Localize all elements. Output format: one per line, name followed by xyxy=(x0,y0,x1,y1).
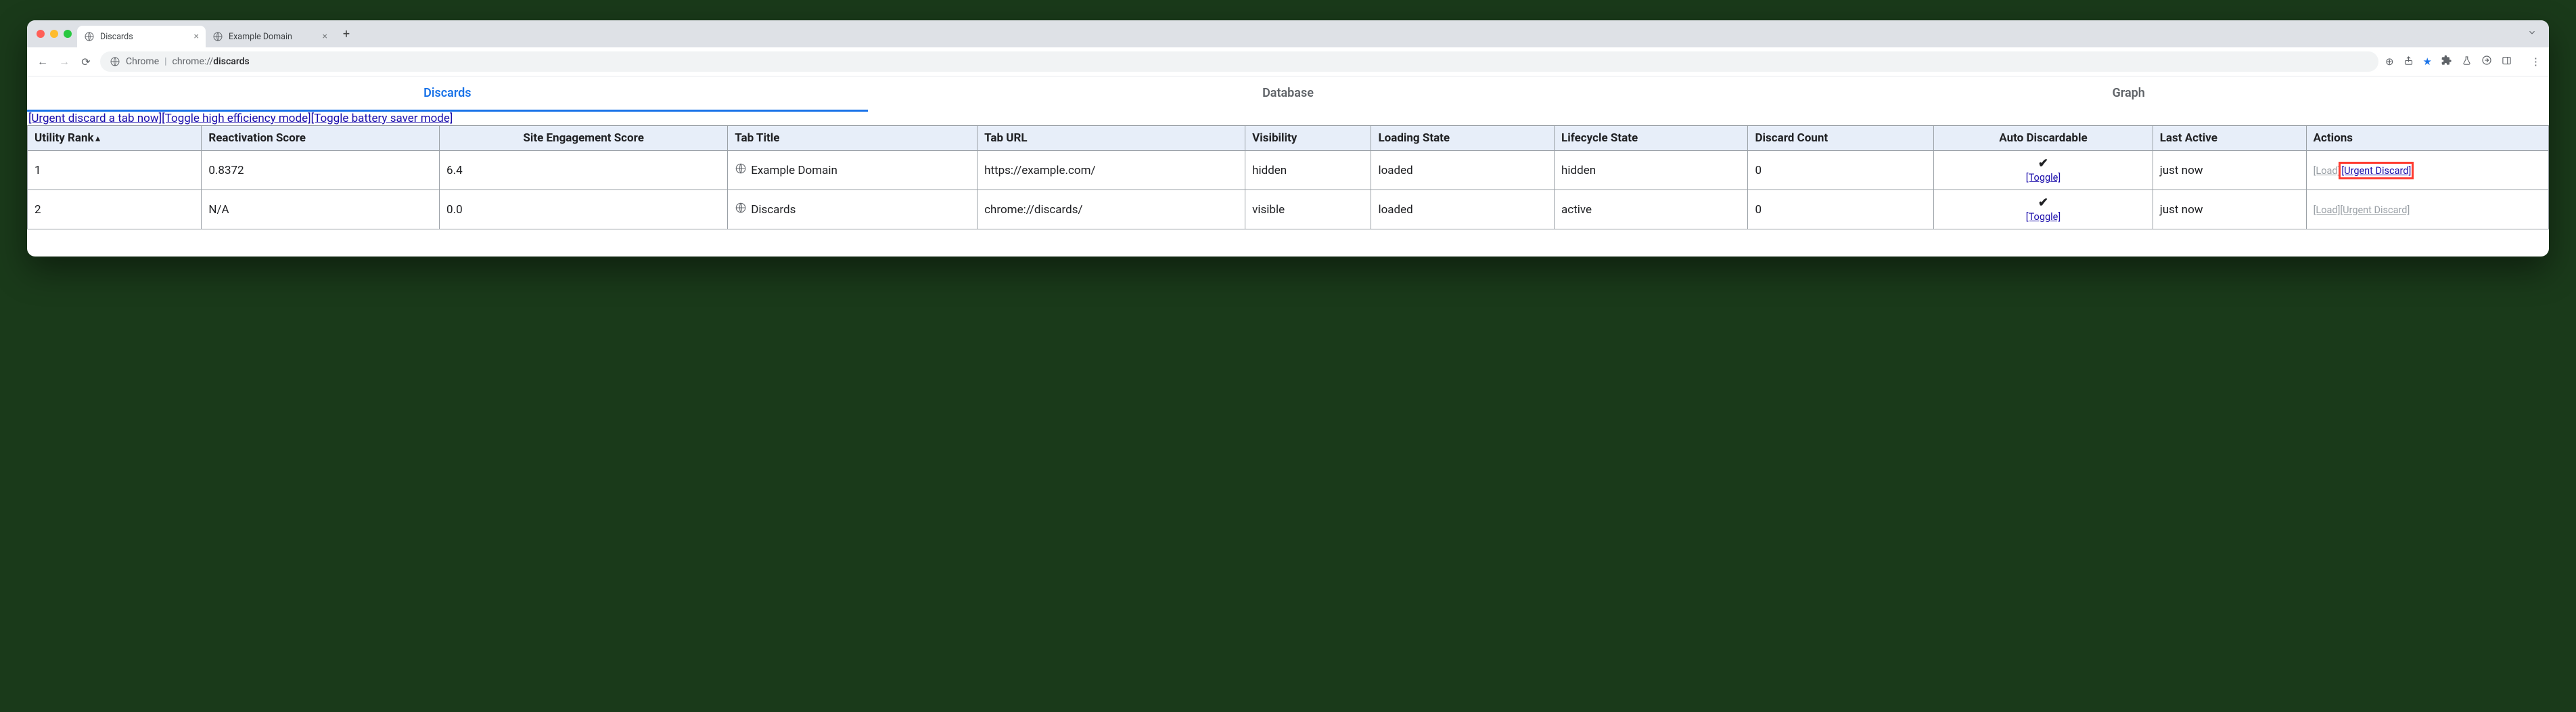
col-tab-title[interactable]: Tab Title xyxy=(728,126,978,151)
cell-discard-count: 0 xyxy=(1748,190,1934,229)
tab-title: Discards xyxy=(100,32,133,42)
tab-overflow-button[interactable] xyxy=(2522,28,2542,40)
col-site-engagement[interactable]: Site Engagement Score xyxy=(440,126,728,151)
cell-auto-discardable: ✔[Toggle] xyxy=(1934,151,2153,190)
minimize-window-button[interactable] xyxy=(50,30,58,38)
globe-icon xyxy=(735,202,747,217)
toggle-battery-saver-link[interactable]: [Toggle battery saver mode] xyxy=(311,112,453,125)
load-action[interactable]: [Load] xyxy=(2314,204,2341,216)
col-actions[interactable]: Actions xyxy=(2306,126,2548,151)
urgent-discard-action[interactable]: [Urgent Discard] xyxy=(2341,165,2411,177)
page-tabs: Discards Database Graph xyxy=(27,76,2549,112)
toggle-auto-discardable-link[interactable]: [Toggle] xyxy=(2026,211,2061,223)
menu-icon[interactable]: ⋮ xyxy=(2531,55,2541,68)
browser-toolbar: ← → ⟳ Chrome | chrome://discards ⊕ ★ xyxy=(27,47,2549,76)
urgent-discard-action[interactable]: [Urgent Discard] xyxy=(2340,204,2410,216)
globe-icon xyxy=(84,31,95,42)
table-header: Utility Rank▲ Reactivation Score Site En… xyxy=(28,126,2549,151)
zoom-icon[interactable]: ⊕ xyxy=(2385,55,2394,68)
load-action[interactable]: [Load] xyxy=(2314,165,2341,177)
close-tab-button[interactable]: × xyxy=(323,32,327,41)
address-bar[interactable]: Chrome | chrome://discards xyxy=(100,51,2378,72)
cell-actions: [Load][Urgent Discard] xyxy=(2306,151,2548,190)
forward-button[interactable]: → xyxy=(57,55,72,68)
table-body: 10.83726.4Example Domainhttps://example.… xyxy=(28,151,2549,229)
cell-rank: 1 xyxy=(28,151,202,190)
update-icon[interactable] xyxy=(2481,55,2492,68)
browser-tab[interactable]: Discards × xyxy=(77,26,206,47)
col-reactivation-score[interactable]: Reactivation Score xyxy=(202,126,440,151)
discards-table: Utility Rank▲ Reactivation Score Site En… xyxy=(27,125,2549,229)
toggle-high-efficiency-link[interactable]: [Toggle high efficiency mode] xyxy=(162,112,310,125)
quick-links: [Urgent discard a tab now][Toggle high e… xyxy=(27,112,2549,125)
table-row: 10.83726.4Example Domainhttps://example.… xyxy=(28,151,2549,190)
cell-loading: loaded xyxy=(1371,190,1555,229)
col-auto-discardable[interactable]: Auto Discardable xyxy=(1934,126,2153,151)
sort-asc-icon: ▲ xyxy=(94,134,102,143)
tab-graph[interactable]: Graph xyxy=(1708,76,2549,112)
globe-icon xyxy=(212,31,223,42)
col-last-active[interactable]: Last Active xyxy=(2153,126,2306,151)
omnibox-url: chrome://discards xyxy=(172,56,250,67)
extensions-icon[interactable] xyxy=(2441,55,2452,68)
table-row: 2N/A0.0Discardschrome://discards/visible… xyxy=(28,190,2549,229)
browser-window: Discards × Example Domain × + ← → ⟳ Chrome … xyxy=(27,20,2549,257)
new-tab-button[interactable]: + xyxy=(337,27,356,41)
cell-visibility: visible xyxy=(1245,190,1371,229)
browser-tab[interactable]: Example Domain × xyxy=(206,26,334,47)
cell-lifecycle: hidden xyxy=(1555,151,1748,190)
cell-last-active: just now xyxy=(2153,190,2306,229)
cell-actions: [Load][Urgent Discard] xyxy=(2306,190,2548,229)
cell-visibility: hidden xyxy=(1245,151,1371,190)
cell-auto-discardable: ✔[Toggle] xyxy=(1934,190,2153,229)
page-content: Discards Database Graph [Urgent discard … xyxy=(27,76,2549,257)
check-icon: ✔ xyxy=(1941,156,2145,171)
labs-icon[interactable] xyxy=(2462,55,2472,68)
cell-url: chrome://discards/ xyxy=(978,190,1245,229)
back-button[interactable]: ← xyxy=(35,55,50,68)
cell-url: https://example.com/ xyxy=(978,151,1245,190)
cell-reactivation: N/A xyxy=(202,190,440,229)
close-window-button[interactable] xyxy=(37,30,45,38)
maximize-window-button[interactable] xyxy=(64,30,72,38)
cell-site-engagement: 6.4 xyxy=(440,151,728,190)
tab-strip: Discards × Example Domain × + xyxy=(27,20,2549,47)
cell-last-active: just now xyxy=(2153,151,2306,190)
cell-rank: 2 xyxy=(28,190,202,229)
cell-title: Example Domain xyxy=(728,151,978,190)
site-info-icon[interactable] xyxy=(110,56,120,67)
cell-site-engagement: 0.0 xyxy=(440,190,728,229)
tab-database[interactable]: Database xyxy=(868,76,1709,112)
col-visibility[interactable]: Visibility xyxy=(1245,126,1371,151)
col-discard-count[interactable]: Discard Count xyxy=(1748,126,1934,151)
urgent-discard-now-link[interactable]: [Urgent discard a tab now] xyxy=(28,112,162,125)
col-lifecycle-state[interactable]: Lifecycle State xyxy=(1555,126,1748,151)
window-controls xyxy=(34,30,77,38)
browser-tabs: Discards × Example Domain × xyxy=(77,20,334,47)
sidepanel-icon[interactable] xyxy=(2502,55,2512,68)
toggle-auto-discardable-link[interactable]: [Toggle] xyxy=(2026,172,2061,183)
tab-title: Example Domain xyxy=(229,32,292,42)
cell-loading: loaded xyxy=(1371,151,1555,190)
toolbar-right: ⊕ ★ ⋮ xyxy=(2385,55,2541,68)
col-utility-rank[interactable]: Utility Rank▲ xyxy=(28,126,202,151)
check-icon: ✔ xyxy=(1941,196,2145,210)
bookmark-icon[interactable]: ★ xyxy=(2423,55,2432,68)
cell-title: Discards xyxy=(728,190,978,229)
cell-lifecycle: active xyxy=(1555,190,1748,229)
omnibox-chip: Chrome xyxy=(126,56,159,67)
globe-icon xyxy=(735,162,747,178)
reload-button[interactable]: ⟳ xyxy=(78,55,93,68)
share-icon[interactable] xyxy=(2404,55,2414,68)
close-tab-button[interactable]: × xyxy=(194,32,199,41)
tab-discards[interactable]: Discards xyxy=(27,76,868,112)
cell-reactivation: 0.8372 xyxy=(202,151,440,190)
col-loading-state[interactable]: Loading State xyxy=(1371,126,1555,151)
cell-discard-count: 0 xyxy=(1748,151,1934,190)
col-tab-url[interactable]: Tab URL xyxy=(978,126,1245,151)
